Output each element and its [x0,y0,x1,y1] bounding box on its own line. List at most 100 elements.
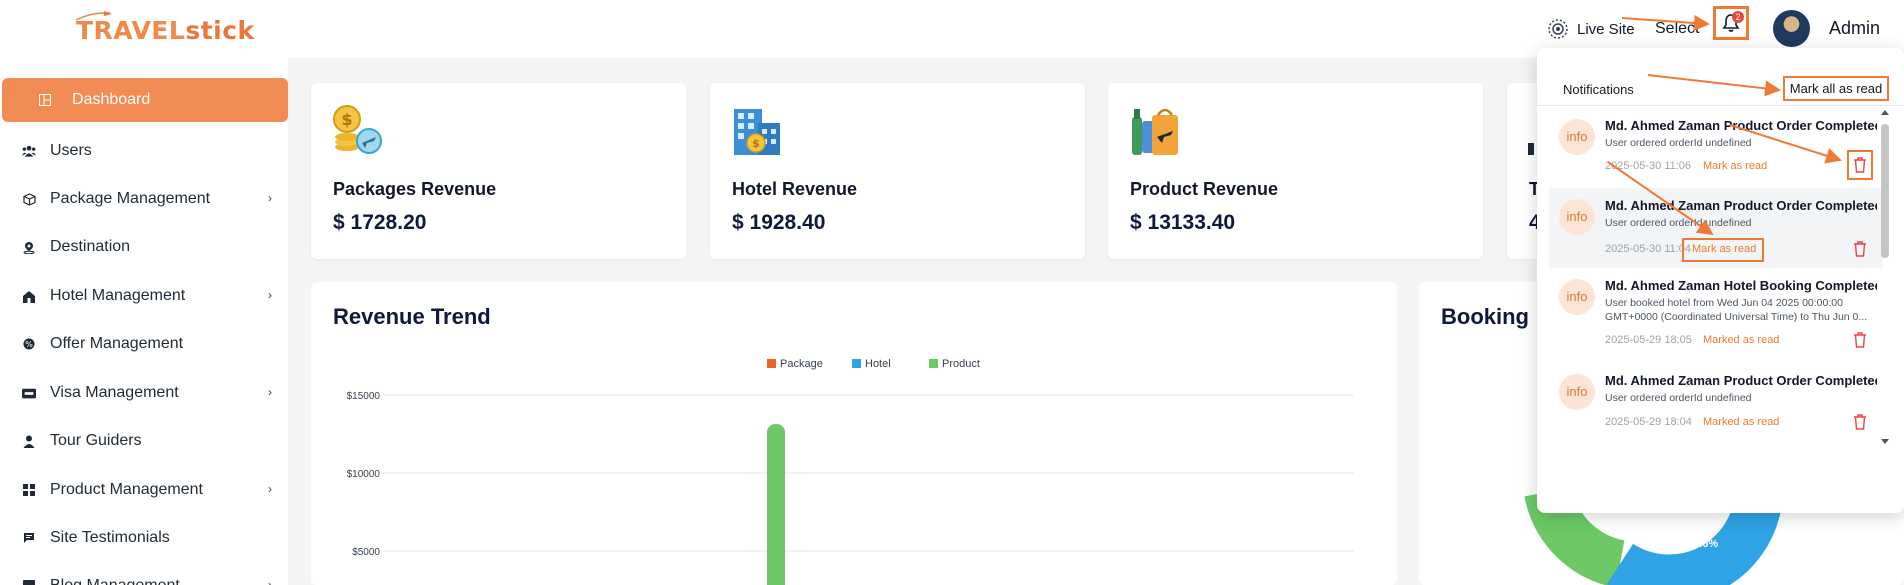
card-value: $ 1928.40 [732,211,826,234]
travel-products-icon [1132,108,1178,155]
notification-time: 2025-05-30 11:04 [1605,243,1692,255]
grid-icon [22,483,36,497]
notification-item[interactable]: info Md. Ahmed Zaman Product Order Compl… [1549,108,1883,188]
mark-as-read-label: Mark as read [1692,243,1757,255]
notification-title: Md. Ahmed Zaman Product Order Completed [1605,118,1877,133]
legend-swatch [852,359,861,368]
mark-as-read-link[interactable]: Mark as read [1682,238,1764,262]
dashboard-icon [38,93,52,107]
trash-icon[interactable] [1853,414,1867,430]
legend-label: Hotel [865,358,891,370]
chevron-right-icon: › [268,385,272,399]
sidebar-item-label: Destination [50,238,131,255]
sidebar-item-tour-guiders[interactable]: Tour Guiders [0,419,288,463]
notification-item[interactable]: info Md. Ahmed Zaman Product Order Compl… [1549,363,1883,443]
scroll-up-icon[interactable] [1880,108,1890,116]
legend-label: Product [942,358,980,370]
sidebar-item-label: Dashboard [72,91,151,108]
legend-swatch [767,359,776,368]
users-icon [22,144,36,158]
sidebar-item-site-testimonials[interactable]: Site Testimonials [0,516,288,560]
trash-icon [1854,157,1866,173]
sidebar-item-blog-management[interactable]: Blog Management › [0,564,288,585]
scroll-thumb[interactable] [1881,124,1889,258]
notifications-scrollbar[interactable] [1877,108,1889,454]
plane-icon [75,11,112,21]
revenue-trend-chart: Package Hotel Product $15000 $10000 $5000 [347,358,1354,585]
notifications-dropdown: Notifications Mark all as read info Md. … [1537,48,1904,513]
delete-button[interactable] [1847,150,1873,180]
svg-text:$: $ [752,137,760,150]
live-target-icon [1548,19,1568,39]
card-label: Packages Revenue [333,179,497,199]
info-badge: info [1559,374,1595,410]
chevron-right-icon: › [268,288,272,302]
marked-as-read-status: Marked as read [1703,416,1780,428]
info-badge: info [1559,279,1595,315]
mark-as-read-link[interactable]: Mark as read [1703,160,1767,172]
notification-item[interactable]: info Md. Ahmed Zaman Product Order Compl… [1549,188,1883,268]
sidebar-item-users[interactable]: Users [0,129,288,173]
sidebar-item-label: Package Management [50,190,211,207]
notification-time: 2025-05-29 18:05 [1605,334,1692,346]
sidebar-item-label: Hotel Management [50,287,186,304]
card-value: $ 13133.40 [1130,211,1236,234]
user-name[interactable]: Admin [1829,18,1880,39]
notification-desc: User booked hotel from Wed Jun 04 2025 0… [1605,297,1868,323]
notification-title: Md. Ahmed Zaman Product Order Completed [1605,198,1877,213]
card-packages-revenue: $ Packages Revenue $ 1728.20 [311,83,686,259]
sidebar-item-dashboard[interactable]: Dashboard [2,78,288,122]
visa-card-icon [22,386,36,400]
package-icon [22,192,36,206]
y-tick-label: $10000 [347,469,381,480]
card-label: Hotel Revenue [732,179,858,199]
mark-all-read-button[interactable]: Mark all as read [1783,76,1889,101]
sidebar-item-offer-management[interactable]: % Offer Management [0,322,288,366]
trash-icon[interactable] [1853,332,1867,348]
notification-time: 2025-05-29 18:04 [1605,416,1692,428]
hotel-icon [22,289,36,303]
notification-item[interactable]: info Md. Ahmed Zaman Hotel Booking Compl… [1549,268,1883,360]
sidebar-item-product-management[interactable]: Product Management › [0,468,288,512]
sidebar-item-hotel-management[interactable]: Hotel Management › [0,274,288,318]
notification-title: Md. Ahmed Zaman Product Order Completed [1605,373,1877,388]
notifications-title: Notifications [1563,82,1634,97]
bar-product [767,424,785,585]
donut-percent-label: 28.6% [1687,538,1718,550]
marked-as-read-status: Marked as read [1703,334,1780,346]
svg-text:$: $ [341,110,352,129]
notification-count-badge: 2 [1732,11,1744,23]
legend-label: Package [780,358,823,370]
language-select[interactable]: Select [1655,20,1699,38]
notifications-header: Notifications Mark all as read [1537,48,1904,106]
sidebar-item-visa-management[interactable]: Visa Management › [0,371,288,415]
scroll-down-icon[interactable] [1880,438,1890,446]
sidebar: Dashboard Users Package Management › Des… [0,58,288,585]
live-site-link[interactable]: Live Site [1547,18,1635,40]
sidebar-item-label: Visa Management [50,384,179,401]
blog-icon [22,579,36,585]
sidebar-item-destination[interactable]: Destination [0,225,288,269]
revenue-trend-panel: Revenue Trend Package Hotel Product $15000 $… [311,282,1397,585]
avatar[interactable] [1773,10,1810,47]
sidebar-item-label: Product Management [50,481,203,498]
coins-plane-icon: $ [333,105,382,154]
card-label: Product Revenue [1130,179,1279,199]
notifications-button[interactable]: 2 [1713,6,1749,40]
offer-icon: % [22,337,36,351]
chevron-right-icon: › [268,191,272,205]
notification-desc: User ordered orderId undefined [1605,217,1752,229]
hotel-building-icon: $ [734,109,780,155]
sidebar-item-label: Site Testimonials [50,529,170,546]
live-site-label: Live Site [1577,20,1635,38]
chat-icon [22,531,36,545]
sidebar-item-package-management[interactable]: Package Management › [0,177,288,221]
notification-desc: User ordered orderId undefined [1605,392,1752,404]
sidebar-item-label: Tour Guiders [50,432,142,449]
notification-title: Md. Ahmed Zaman Hotel Booking Completed [1605,278,1877,293]
trash-icon[interactable] [1853,241,1867,257]
brand-logo[interactable]: TRAVELstick [75,11,255,45]
sidebar-item-label: Blog Management [50,577,180,585]
info-badge: info [1559,119,1595,155]
legend-swatch [929,359,938,368]
